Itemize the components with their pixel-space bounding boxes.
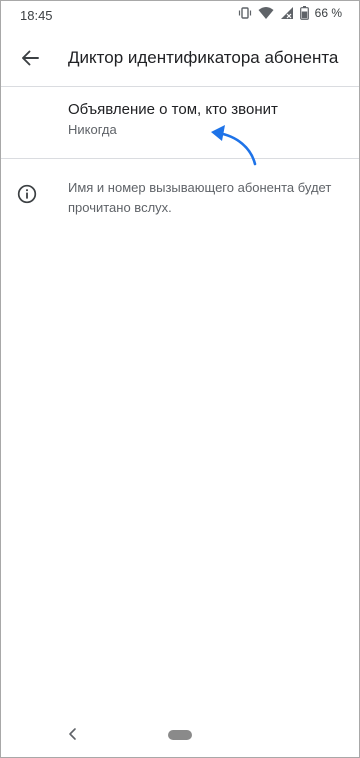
info-text: Имя и номер вызывающего абонента будет п… xyxy=(68,180,332,215)
status-icons: 66 % xyxy=(238,6,342,20)
nav-home-pill[interactable] xyxy=(168,730,192,740)
info-row: Имя и номер вызывающего абонента будет п… xyxy=(0,170,360,220)
pref-title: Объявление о том, кто звонит xyxy=(68,101,278,118)
battery-percent: 66 % xyxy=(314,6,342,20)
back-button[interactable] xyxy=(12,40,48,76)
arrow-back-icon xyxy=(22,50,39,66)
status-bar: 18:45 66 % xyxy=(0,0,360,30)
wifi-icon xyxy=(258,7,274,19)
annotation-arrow xyxy=(211,125,257,166)
nav-back-icon[interactable] xyxy=(66,726,80,742)
battery-icon xyxy=(299,6,309,20)
pref-summary: Никогда xyxy=(68,122,117,137)
navigation-bar xyxy=(0,716,360,756)
app-bar: Диктор идентификатора абонента xyxy=(0,34,360,82)
status-time: 18:45 xyxy=(20,8,53,23)
page-title: Диктор идентификатора абонента xyxy=(68,48,339,67)
caller-id-announcement-item[interactable]: Объявление о том, кто звонит Никогда xyxy=(0,86,360,158)
info-icon xyxy=(17,184,37,204)
vibrate-icon xyxy=(238,7,251,19)
divider-bottom xyxy=(0,158,360,159)
signal-icon xyxy=(280,7,293,19)
